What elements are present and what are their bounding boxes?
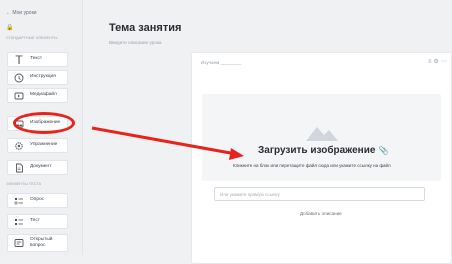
sidebar-item-document[interactable]: Документ: [7, 160, 68, 175]
sidebar-item-test[interactable]: Тест: [7, 214, 68, 229]
image-placeholder-icon: [306, 127, 338, 141]
document-icon: [14, 163, 24, 173]
url-input[interactable]: [214, 187, 425, 201]
sidebar-item-instruction[interactable]: Инструкция: [7, 70, 68, 85]
upload-description: Кликните на блок или перетащите файл сюд…: [233, 163, 391, 168]
upload-title[interactable]: Загрузить изображение 📎: [258, 145, 388, 156]
add-description-link[interactable]: Добавить описание: [300, 211, 342, 216]
sidebar-item-label: Текст: [30, 56, 43, 62]
lock-icon: 🔒: [6, 25, 14, 31]
back-link[interactable]: ← Мои уроки: [6, 10, 37, 16]
sidebar-item-label: Тест: [30, 218, 40, 224]
upload-title-text: Загрузить изображение: [258, 145, 376, 156]
section-test-title: Элементы теста: [6, 182, 42, 186]
sidebar-item-label: Открытый вопрос: [30, 237, 53, 248]
sidebar-item-media[interactable]: Медиафайл: [7, 88, 68, 103]
sidebar-item-poll[interactable]: Опрос: [7, 193, 68, 208]
card-header[interactable]: Изучаем ________: [201, 60, 241, 65]
paperclip-icon: 📎: [378, 146, 389, 155]
sidebar-item-label: Документ: [30, 164, 52, 170]
sidebar-item-text[interactable]: T Текст: [7, 52, 68, 67]
page-subtitle[interactable]: Введите описание урока: [109, 40, 161, 45]
poll-icon: [14, 196, 24, 206]
sidebar-item-label: Опрос: [30, 197, 45, 203]
section-standard-title: Стандартные элементы: [6, 36, 58, 40]
text-icon: T: [15, 52, 23, 67]
card-toolbar: ≡⚙⋯: [428, 58, 449, 65]
sidebar-item-label: Медиафайл: [30, 92, 57, 98]
sidebar-item-label: Инструкция: [30, 74, 56, 80]
test-icon: [14, 217, 24, 227]
clock-icon: [14, 73, 24, 83]
settings-icon[interactable]: ⚙: [434, 59, 441, 65]
annotation-highlight-ellipse: [13, 112, 75, 134]
sidebar-item-label: Упражнение: [30, 142, 58, 148]
media-icon: [14, 91, 24, 101]
sidebar-item-exercise[interactable]: Упражнение: [7, 138, 68, 153]
settings-icon: [14, 141, 24, 151]
page-title[interactable]: Тема занятия: [109, 22, 181, 34]
more-icon[interactable]: ⋯: [441, 59, 449, 65]
sidebar-item-open-question[interactable]: Открытый вопрос: [7, 234, 68, 252]
open-question-icon: [14, 238, 24, 248]
